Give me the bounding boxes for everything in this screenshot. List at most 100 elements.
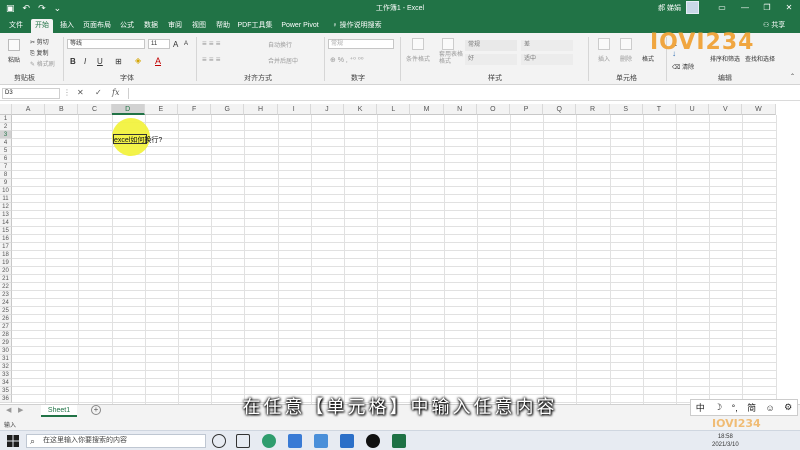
row-header[interactable]: 17: [0, 243, 12, 251]
tab-help[interactable]: 帮助: [212, 19, 234, 33]
row-header[interactable]: 1: [0, 115, 12, 123]
tab-home[interactable]: 开始: [31, 19, 53, 33]
row-header[interactable]: 10: [0, 187, 12, 195]
cortana-icon[interactable]: [212, 434, 226, 448]
name-box[interactable]: D3: [2, 88, 60, 99]
italic-button[interactable]: I: [84, 57, 86, 66]
ime-moon-icon[interactable]: ☽: [714, 402, 722, 413]
avatar[interactable]: [686, 1, 699, 14]
column-header[interactable]: V: [709, 104, 743, 115]
row-header[interactable]: 13: [0, 211, 12, 219]
clear-button[interactable]: ⌫ 清除: [672, 62, 694, 71]
shrink-font-button[interactable]: A: [184, 41, 188, 47]
table-format-button[interactable]: 套用表格格式: [439, 52, 465, 66]
ime-punctuation-icon[interactable]: °,: [732, 403, 738, 413]
more-options-icon[interactable]: ⋮: [63, 88, 71, 97]
row-header[interactable]: 25: [0, 307, 12, 315]
row-header[interactable]: 33: [0, 371, 12, 379]
tab-insert[interactable]: 插入: [56, 19, 78, 33]
user-name[interactable]: 郝 娣娟: [658, 3, 681, 13]
insert-function-icon[interactable]: fx: [112, 88, 119, 97]
row-header[interactable]: 5: [0, 147, 12, 155]
row-header[interactable]: 11: [0, 195, 12, 203]
collapse-ribbon-icon[interactable]: ⌃: [790, 73, 795, 80]
style-bad[interactable]: 差: [521, 40, 573, 51]
share-button[interactable]: ⚇ 共享: [763, 20, 785, 30]
row-header[interactable]: 18: [0, 251, 12, 259]
record-icon[interactable]: [366, 434, 380, 448]
ime-settings-icon[interactable]: ⚙: [784, 402, 792, 413]
row-header[interactable]: 29: [0, 339, 12, 347]
underline-button[interactable]: U: [97, 57, 103, 66]
tab-power-pivot[interactable]: Power Pivot: [278, 19, 322, 33]
style-normal[interactable]: 常规: [465, 40, 517, 51]
formula-input[interactable]: [128, 88, 796, 99]
column-header[interactable]: H: [244, 104, 278, 115]
row-header[interactable]: 23: [0, 291, 12, 299]
font-size-combo[interactable]: 11: [148, 39, 170, 49]
row-header[interactable]: 8: [0, 171, 12, 179]
row-header[interactable]: 2: [0, 123, 12, 131]
insert-cells-button[interactable]: 插入: [598, 54, 610, 63]
column-header[interactable]: A: [12, 104, 46, 115]
number-format-combo[interactable]: 常规: [328, 39, 394, 49]
minimize-button[interactable]: —: [735, 1, 755, 15]
row-header[interactable]: 4: [0, 139, 12, 147]
tab-data[interactable]: 数据: [140, 19, 162, 33]
row-header[interactable]: 34: [0, 379, 12, 387]
row-header[interactable]: 31: [0, 355, 12, 363]
ime-emoji-icon[interactable]: ☺: [766, 403, 775, 413]
style-good[interactable]: 好: [465, 54, 517, 65]
row-header[interactable]: 21: [0, 275, 12, 283]
tab-formulas[interactable]: 公式: [116, 19, 138, 33]
tab-file[interactable]: 文件: [4, 19, 28, 33]
task-view-icon[interactable]: [236, 434, 250, 448]
insert-cells-icon[interactable]: [598, 38, 610, 50]
wrap-text-button[interactable]: 自动换行: [268, 40, 292, 49]
row-header[interactable]: 32: [0, 363, 12, 371]
mail-icon[interactable]: [288, 434, 302, 448]
tab-view[interactable]: 视图: [188, 19, 210, 33]
row-header[interactable]: 26: [0, 315, 12, 323]
app-icon[interactable]: [340, 434, 354, 448]
confirm-entry-icon[interactable]: ✓: [95, 88, 102, 97]
windows-start-icon[interactable]: [6, 434, 20, 448]
column-header[interactable]: U: [676, 104, 710, 115]
row-header[interactable]: 27: [0, 323, 12, 331]
conditional-format-button[interactable]: 条件格式: [406, 54, 430, 63]
row-header[interactable]: 30: [0, 347, 12, 355]
edge-icon[interactable]: [262, 434, 276, 448]
paste-icon[interactable]: [8, 39, 20, 51]
cancel-entry-icon[interactable]: ✕: [77, 88, 84, 97]
borders-icon[interactable]: ⊞: [115, 57, 122, 66]
ime-chinese-icon[interactable]: 中: [696, 401, 705, 414]
store-icon[interactable]: [314, 434, 328, 448]
column-header[interactable]: F: [178, 104, 212, 115]
taskbar-clock[interactable]: 18:58 2021/3/10: [712, 433, 739, 449]
column-header[interactable]: C: [78, 104, 112, 115]
format-painter-button[interactable]: ✎ 格式刷: [30, 59, 55, 68]
table-format-icon[interactable]: [442, 38, 454, 50]
row-header[interactable]: 6: [0, 155, 12, 163]
column-header[interactable]: Q: [543, 104, 577, 115]
column-header[interactable]: L: [377, 104, 411, 115]
fill-color-icon[interactable]: ◈: [135, 56, 141, 65]
style-neutral[interactable]: 适中: [521, 54, 573, 65]
row-header[interactable]: 15: [0, 227, 12, 235]
tab-review[interactable]: 审阅: [164, 19, 186, 33]
tab-pdf-tools[interactable]: PDF工具集: [236, 19, 274, 33]
delete-cells-button[interactable]: 删除: [620, 54, 632, 63]
currency-icon[interactable]: ⊕ % ‚ ⁺⁰ ⁰⁰: [330, 56, 364, 64]
row-header[interactable]: 16: [0, 235, 12, 243]
row-header[interactable]: 9: [0, 179, 12, 187]
conditional-format-icon[interactable]: [412, 38, 424, 50]
column-header[interactable]: E: [144, 104, 178, 115]
row-header[interactable]: 3: [0, 131, 12, 139]
bold-button[interactable]: B: [70, 57, 76, 66]
taskbar-search[interactable]: ⌕ 在这里输入你要搜索的内容: [26, 434, 206, 448]
delete-cells-icon[interactable]: [620, 38, 632, 50]
excel-icon[interactable]: [392, 434, 406, 448]
tell-me-search[interactable]: ♀ 操作说明搜索: [328, 19, 386, 33]
column-header[interactable]: S: [609, 104, 643, 115]
font-name-combo[interactable]: 等线: [67, 39, 145, 49]
